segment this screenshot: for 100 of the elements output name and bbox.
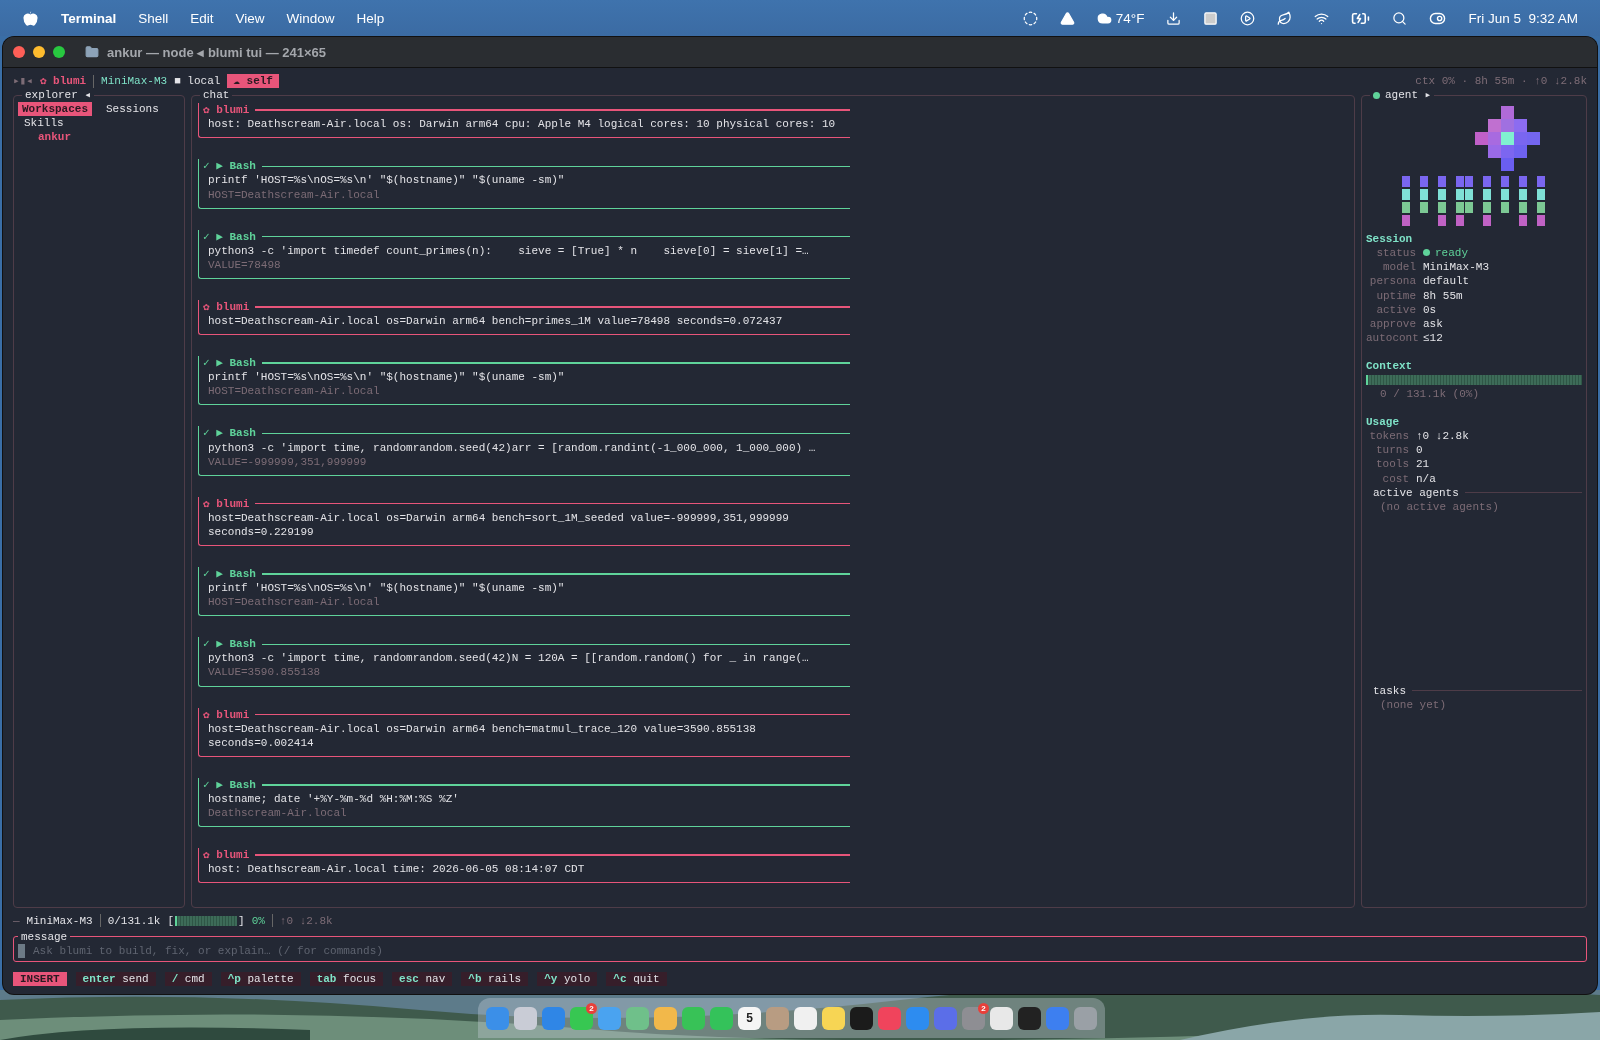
field-value: 8h 55m bbox=[1423, 288, 1463, 303]
output-text: VALUE=-999999,351,999999 bbox=[208, 454, 368, 469]
section-heading: Usage bbox=[1366, 415, 1400, 430]
field-value: 0 bbox=[1416, 443, 1423, 458]
message-title: ✓ ▶ Bash bbox=[203, 159, 256, 174]
menu-item[interactable]: Help bbox=[356, 10, 385, 26]
field-label: turns bbox=[1375, 443, 1409, 458]
menu-clock[interactable]: Fri Jun 5 9:32 AM bbox=[1468, 10, 1578, 26]
command-text: printf 'HOST=%s\nOS=%s\n' "$(hostname)" "$(uname -sm)" bbox=[208, 370, 566, 385]
message-line: host=Deathscream-Air.local os=Darwin arm64 bench=matmul_trace_120 value=3590.855138 bbox=[208, 721, 757, 736]
field-label: tokens bbox=[1368, 429, 1409, 444]
field-value: 21 bbox=[1416, 457, 1430, 472]
output-text: VALUE=3590.855138 bbox=[208, 665, 322, 680]
zoom-button[interactable] bbox=[53, 46, 65, 58]
field-value: MiniMax-M3 bbox=[1423, 260, 1489, 275]
status-tokens: 0/131.1k bbox=[107, 913, 161, 928]
key-hint: tab focus bbox=[309, 971, 384, 986]
key-hint: esc nav bbox=[392, 971, 453, 986]
field-label: persona bbox=[1368, 274, 1416, 289]
field-value: n/a bbox=[1416, 471, 1436, 486]
explorer-tab[interactable]: Workspaces bbox=[18, 102, 92, 117]
close-button[interactable] bbox=[13, 46, 25, 58]
command-text: python3 -c 'import time, randomrandom.seed(42)N = 120A = [[random.random() for _ in range(… bbox=[208, 651, 810, 666]
message-line: host: Deathscream-Air.local os: Darwin arm64 cpu: Apple M4 logical cores: 10 physical cores: 10 bbox=[208, 117, 837, 132]
triangle-icon[interactable] bbox=[1059, 10, 1075, 26]
status-lead: — bbox=[13, 913, 20, 928]
key-hint: / cmd bbox=[164, 971, 212, 986]
message-title: ✓ ▶ Bash bbox=[203, 637, 256, 652]
status-model: MiniMax-M3 bbox=[26, 913, 93, 928]
message-title: ✿ blumi bbox=[203, 707, 250, 722]
field-label: active bbox=[1375, 302, 1416, 317]
field-value: default bbox=[1423, 274, 1470, 289]
menu-item[interactable]: Shell bbox=[138, 10, 169, 26]
model-text: MiniMax-M3 bbox=[101, 74, 168, 89]
window-title: ankur — node ◂ blumi tui — 241×65 bbox=[107, 44, 327, 60]
message-line: host: Deathscream-Air.local time: 2026-06-05 08:14:07 CDT bbox=[208, 862, 586, 877]
command-text: printf 'HOST=%s\nOS=%s\n' "$(hostname)" "$(uname -sm)" bbox=[208, 173, 566, 188]
tree-item[interactable]: ankur bbox=[18, 130, 180, 145]
menu-item[interactable]: Edit bbox=[190, 10, 214, 26]
app-icon[interactable] bbox=[1203, 10, 1219, 26]
meter-bracket: ] bbox=[238, 913, 245, 928]
panel-title: chat bbox=[202, 88, 231, 103]
empty-text: (none yet) bbox=[1379, 697, 1447, 712]
message-title: ✓ ▶ Bash bbox=[203, 777, 256, 792]
wifi-icon[interactable] bbox=[1314, 10, 1330, 26]
output-text: HOST=Deathscream-Air.local bbox=[208, 187, 381, 202]
key-hint: enter send bbox=[75, 971, 156, 986]
message-title: ✿ blumi bbox=[203, 848, 250, 863]
notification-badge: 2 bbox=[978, 1002, 989, 1014]
message-line: seconds=0.229199 bbox=[208, 524, 315, 539]
mode-text: ■ local bbox=[174, 74, 221, 89]
nav-glyph: ▸▮◂ bbox=[13, 74, 33, 89]
field-label: message bbox=[20, 929, 69, 944]
summary-text: ctx 0% · 8h 55m · ↑0 ↓2.8k bbox=[1415, 74, 1587, 89]
section-title: active agents bbox=[1373, 485, 1459, 500]
menu-item[interactable]: Terminal bbox=[61, 10, 117, 26]
field-label: uptime bbox=[1375, 288, 1416, 303]
field-label: status bbox=[1375, 246, 1416, 261]
cloud-icon[interactable] bbox=[1096, 10, 1112, 26]
key-hint: ^c quit bbox=[606, 971, 667, 986]
menu-item[interactable]: Window bbox=[286, 10, 335, 26]
panel-title: agent ▸ bbox=[1370, 88, 1435, 103]
field-value: ↑0 ↓2.8k bbox=[1416, 429, 1469, 444]
field-label: model bbox=[1382, 260, 1416, 275]
tree-item[interactable]: Skills bbox=[18, 116, 180, 131]
menu-item[interactable]: View bbox=[235, 10, 265, 26]
brand-text: ✿ blumi bbox=[39, 74, 87, 89]
play-icon[interactable] bbox=[1240, 10, 1256, 26]
command-text: python3 -c 'import timedef count_primes(n): sieve = [True] * n sieve[0] = sieve[1] =… bbox=[208, 243, 810, 258]
status-value: ready bbox=[1423, 246, 1468, 261]
field-value: ≤12 bbox=[1423, 330, 1443, 345]
notification-badge: 2 bbox=[586, 1002, 597, 1014]
folder-icon bbox=[85, 45, 99, 59]
message-title: ✓ ▶ Bash bbox=[203, 426, 256, 441]
leaf-icon[interactable] bbox=[1277, 10, 1293, 26]
search-icon[interactable] bbox=[1392, 10, 1408, 26]
key-hint: ^b rails bbox=[461, 971, 529, 986]
output-text: HOST=Deathscream-Air.local bbox=[208, 384, 381, 399]
section-heading: Session bbox=[1366, 232, 1414, 247]
minimize-button[interactable] bbox=[33, 46, 45, 58]
key-hint: ^y yolo bbox=[537, 971, 598, 986]
message-title: ✿ blumi bbox=[203, 103, 250, 118]
panel-title: explorer ◂ bbox=[24, 88, 93, 103]
command-text: hostname; date '+%Y-%m-%d %H:%M:%S %Z' bbox=[208, 791, 460, 806]
mode-badge: INSERT bbox=[13, 971, 67, 986]
field-value: ask bbox=[1423, 316, 1443, 331]
explorer-tab[interactable]: Sessions bbox=[102, 102, 163, 117]
circle-icon[interactable] bbox=[1022, 10, 1038, 26]
message-title: ✓ ▶ Bash bbox=[203, 229, 256, 244]
message-title: ✿ blumi bbox=[203, 299, 250, 315]
section-title: tasks bbox=[1373, 683, 1406, 698]
key-hint: ^p palette bbox=[220, 971, 301, 986]
field-label: autocont bbox=[1366, 330, 1416, 345]
field-label: tools bbox=[1375, 457, 1409, 472]
download-icon[interactable] bbox=[1166, 10, 1182, 26]
field-label: cost bbox=[1381, 471, 1409, 486]
empty-text: (no active agents) bbox=[1379, 499, 1500, 514]
output-text: VALUE=78498 bbox=[208, 257, 282, 272]
token-meter bbox=[175, 915, 238, 926]
status-io: ↑0 ↓2.8k bbox=[279, 913, 333, 928]
